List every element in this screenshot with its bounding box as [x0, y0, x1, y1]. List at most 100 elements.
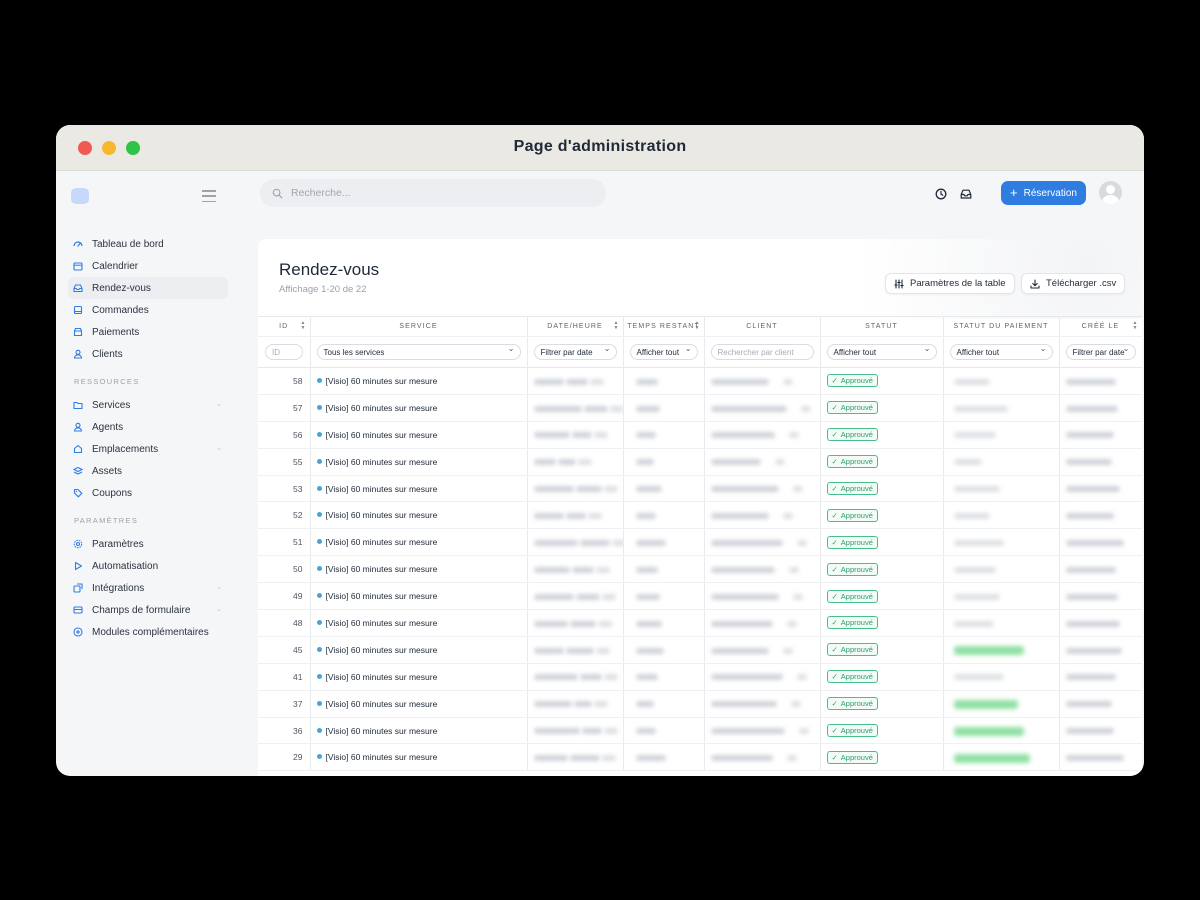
menu-toggle-icon[interactable] [202, 190, 216, 202]
table-settings-button[interactable]: Paramètres de la table [885, 273, 1015, 294]
check-icon: ✓ [831, 457, 838, 467]
new-reservation-button[interactable]: + Réservation [1001, 181, 1086, 205]
title-bar: Page d'administration [56, 125, 1144, 171]
time-left-filter-select[interactable]: Afficher tout [629, 344, 698, 360]
cell-service: [Visio] 60 minutes sur mesure [310, 582, 528, 611]
column-header-status[interactable]: STATUT [820, 316, 944, 337]
clock-icon[interactable] [935, 188, 947, 200]
payment-status-filter-select[interactable]: Afficher tout [949, 344, 1053, 360]
cell-id: 48 [258, 609, 311, 637]
sidebar-item-calendrier[interactable]: Calendrier [68, 255, 228, 277]
sidebar-item-champs-de-formulaire[interactable]: Champs de formulaire ⌄ [68, 599, 228, 621]
table-row[interactable]: 52 [Visio] 60 minutes sur mesure ✓ Approuv… [258, 501, 1142, 530]
column-header-date[interactable]: DATE/HEURE ▲ ▼ [527, 316, 624, 337]
appointments-table: ID ▲ ▼ SERVICE DATE/HEURE ▲ ▼ TEMPS RESTANT ▲… [258, 316, 1142, 772]
sidebar-item-modules-complementaires[interactable]: Modules complémentaires [68, 621, 228, 643]
sidebar-item-label: Champs de formulaire [92, 604, 191, 616]
cell-id: 55 [258, 448, 311, 476]
column-header-created[interactable]: CRÉÉ LE ▲ ▼ [1059, 316, 1142, 337]
sidebar-item-paiements[interactable]: Paiements [68, 321, 228, 343]
table-row[interactable]: 48 [Visio] 60 minutes sur mesure ✓ Approuv… [258, 609, 1142, 637]
sidebar-item-commandes[interactable]: Commandes [68, 299, 228, 321]
table-row[interactable]: 37 [Visio] 60 minutes sur mesure ✓ Approuv… [258, 690, 1142, 718]
cell-time-left-redacted [623, 448, 705, 476]
column-header-payment-status[interactable]: STATUT DU PAIEMENT [943, 316, 1060, 337]
cell-status: ✓ Approuvé [820, 609, 944, 637]
inbox-icon[interactable] [960, 188, 972, 200]
cell-id: 56 [258, 421, 311, 449]
cell-service: [Visio] 60 minutes sur mesure [310, 475, 528, 503]
table-row[interactable]: 55 [Visio] 60 minutes sur mesure ✓ Approuv… [258, 448, 1142, 476]
search-bar[interactable] [260, 179, 606, 207]
cell-created-redacted [1059, 582, 1142, 611]
table-row[interactable]: 41 [Visio] 60 minutes sur mesure ✓ Approuv… [258, 663, 1142, 691]
new-reservation-label: Réservation [1023, 187, 1077, 199]
table-row[interactable]: 53 [Visio] 60 minutes sur mesure ✓ Approuv… [258, 475, 1142, 503]
table-row[interactable]: 51 [Visio] 60 minutes sur mesure ✓ Approuv… [258, 528, 1142, 557]
service-color-dot [316, 539, 322, 545]
table-row[interactable]: 56 [Visio] 60 minutes sur mesure ✓ Approuv… [258, 421, 1142, 449]
sidebar-item-agents[interactable]: Agents [68, 416, 228, 438]
chevron-down-icon: ⌄ [216, 445, 222, 452]
sidebar-item-emplacements[interactable]: Emplacements ⌄ [68, 438, 228, 460]
check-icon: ✓ [831, 403, 838, 413]
client-search-input[interactable]: Rechercher par client [710, 344, 814, 360]
cell-time-left-redacted [623, 743, 705, 772]
download-csv-button[interactable]: Télécharger .csv [1021, 273, 1126, 294]
service-color-dot [316, 404, 322, 410]
column-header-client[interactable]: CLIENT [704, 316, 821, 337]
service-color-dot [316, 727, 322, 733]
status-filter-select[interactable]: Afficher tout [826, 344, 937, 360]
status-badge: ✓ Approuvé [826, 428, 878, 442]
sidebar-item-rendez-vous[interactable]: Rendez-vous [68, 277, 228, 299]
cell-created-redacted [1059, 717, 1142, 745]
sidebar-item-automatisation[interactable]: Automatisation [68, 555, 228, 577]
table-row[interactable]: 57 [Visio] 60 minutes sur mesure ✓ Approuv… [258, 394, 1142, 422]
sidebar-section-heading: PARAMÈTRES [74, 516, 139, 525]
sidebar-item-assets[interactable]: Assets [68, 460, 228, 482]
cell-client-redacted [704, 394, 821, 422]
tag-icon [73, 488, 83, 498]
check-icon: ✓ [831, 484, 838, 493]
table-row[interactable]: 36 [Visio] 60 minutes sur mesure ✓ Approuv… [258, 717, 1142, 745]
cell-id: 52 [258, 501, 311, 530]
date-filter-select[interactable]: Filtrer par date [533, 344, 617, 360]
check-icon: ✓ [831, 537, 838, 547]
column-header-service[interactable]: SERVICE [310, 316, 528, 337]
sidebar-item-services[interactable]: Services ⌄ [68, 394, 228, 416]
table-row[interactable]: 58 [Visio] 60 minutes sur mesure ✓ Approuv… [258, 367, 1142, 395]
service-filter-select[interactable]: Tous les services [316, 344, 521, 360]
sidebar-item-integrations[interactable]: Intégrations ⌄ [68, 577, 228, 599]
cell-status: ✓ Approuvé [820, 501, 944, 530]
search-input[interactable] [291, 187, 571, 199]
cell-client-redacted [704, 501, 821, 530]
payments-icon [73, 327, 83, 337]
table-row[interactable]: 45 [Visio] 60 minutes sur mesure ✓ Approuv… [258, 636, 1142, 664]
id-filter-input[interactable]: ID [265, 344, 303, 360]
table-row[interactable]: 29 [Visio] 60 minutes sur mesure ✓ Approuv… [258, 743, 1142, 772]
sidebar-item-clients[interactable]: Clients [68, 343, 228, 365]
cell-payment-status-redacted [943, 448, 1060, 476]
service-color-dot [316, 619, 322, 625]
table-row[interactable]: 50 [Visio] 60 minutes sur mesure ✓ Approuv… [258, 555, 1142, 584]
check-icon: ✓ [831, 672, 838, 682]
cell-service: [Visio] 60 minutes sur mesure [310, 394, 528, 422]
window-title: Page d'administration [513, 138, 687, 155]
cell-date-redacted [527, 743, 624, 772]
sidebar-item-coupons[interactable]: Coupons [68, 482, 228, 504]
cell-id: 51 [258, 528, 311, 557]
sidebar-item-tableau-de-bord[interactable]: Tableau de bord [68, 233, 228, 255]
table-row[interactable]: 49 [Visio] 60 minutes sur mesure ✓ Approuv… [258, 582, 1142, 611]
cell-id: 29 [258, 743, 311, 772]
column-header-time-left[interactable]: TEMPS RESTANT ▲ ▼ [623, 316, 705, 337]
sidebar-item-label: Modules complémentaires [92, 626, 209, 638]
cell-date-redacted [527, 636, 624, 664]
cell-date-redacted [527, 367, 624, 395]
column-header-id[interactable]: ID ▲ ▼ [258, 316, 311, 337]
avatar[interactable] [1099, 181, 1122, 204]
cell-client-redacted [704, 609, 821, 637]
cell-payment-status-redacted [943, 609, 1060, 637]
sidebar-item-label: Coupons [92, 487, 133, 499]
sidebar-item-parametres[interactable]: Paramètres [68, 533, 228, 555]
created-filter-select[interactable]: Filtrer par date [1065, 344, 1136, 360]
